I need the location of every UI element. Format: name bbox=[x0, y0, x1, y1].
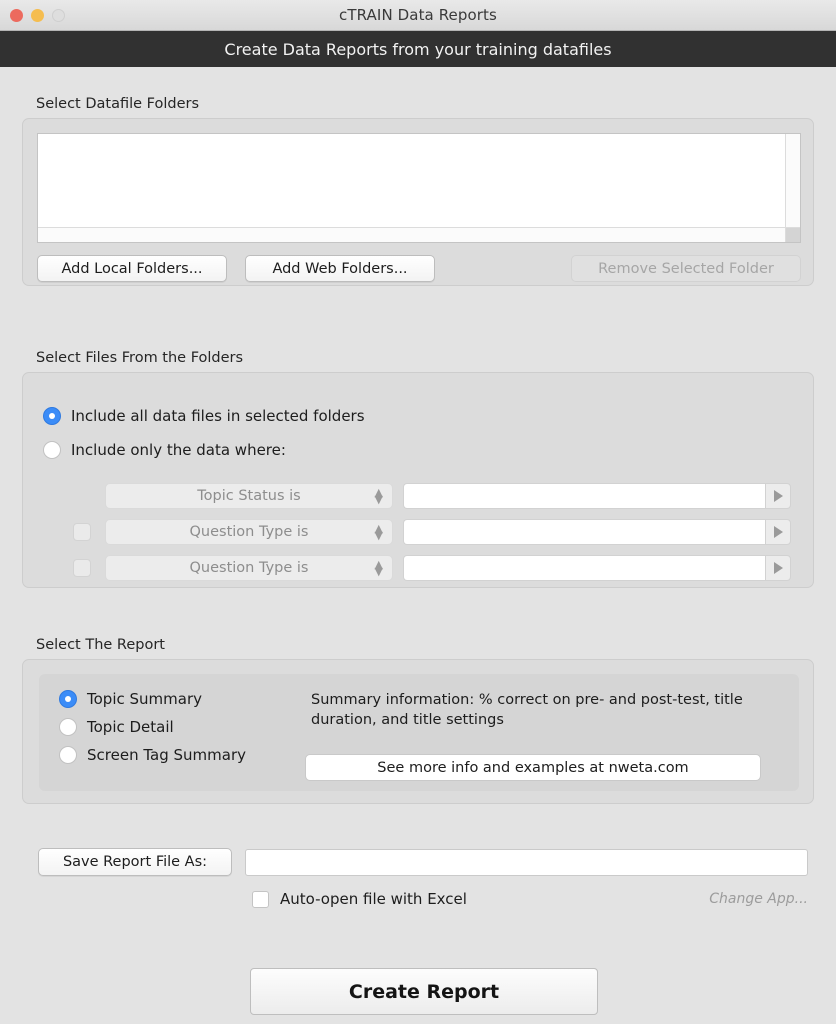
report-option-label: Topic Summary bbox=[87, 690, 202, 708]
report-option-screen-tag-summary[interactable]: Screen Tag Summary bbox=[59, 746, 246, 764]
filter-criterion-label: Question Type is bbox=[189, 524, 309, 540]
radio-include-only-label: Include only the data where: bbox=[71, 441, 286, 459]
subtitle-banner-text: Create Data Reports from your training d… bbox=[224, 39, 612, 59]
filter-row: Question Type is ▲ ▼ bbox=[73, 519, 791, 545]
filter-value-combobox[interactable] bbox=[403, 555, 791, 581]
window-title: cTRAIN Data Reports bbox=[339, 6, 497, 24]
app-window: cTRAIN Data Reports Create Data Reports … bbox=[0, 0, 836, 1024]
filter-value-disclosure-button[interactable] bbox=[765, 555, 791, 581]
filter-value-input[interactable] bbox=[403, 483, 765, 509]
auto-open-row[interactable]: Auto-open file with Excel bbox=[252, 890, 467, 908]
datafile-folders-label: Select Datafile Folders bbox=[36, 96, 200, 112]
filter-row: Question Type is ▲ ▼ bbox=[73, 555, 791, 581]
report-option-topic-summary[interactable]: Topic Summary bbox=[59, 690, 246, 708]
datafile-folders-panel: Add Local Folders... Add Web Folders... … bbox=[22, 118, 814, 286]
report-radio-list: Topic Summary Topic Detail Screen Tag Su… bbox=[59, 690, 246, 774]
minimize-button-icon[interactable] bbox=[31, 9, 44, 22]
chevron-updown-icon: ▲ ▼ bbox=[374, 558, 383, 578]
triangle-right-icon bbox=[773, 562, 783, 574]
triangle-right-icon bbox=[773, 526, 783, 538]
radio-include-all-icon[interactable] bbox=[43, 407, 61, 425]
filter-enable-checkbox[interactable] bbox=[73, 523, 91, 541]
report-description: Summary information: % correct on pre- a… bbox=[311, 692, 743, 728]
radio-topic-detail-icon[interactable] bbox=[59, 718, 77, 736]
triangle-right-icon bbox=[773, 490, 783, 502]
select-files-group: Select Files From the Folders Include al… bbox=[22, 350, 814, 588]
subtitle-banner: Create Data Reports from your training d… bbox=[0, 31, 836, 67]
filter-value-disclosure-button[interactable] bbox=[765, 519, 791, 545]
filter-criterion-dropdown[interactable]: Question Type is ▲ ▼ bbox=[105, 555, 393, 581]
report-option-topic-detail[interactable]: Topic Detail bbox=[59, 718, 246, 736]
radio-include-only-icon[interactable] bbox=[43, 441, 61, 459]
filter-value-combobox[interactable] bbox=[403, 483, 791, 509]
filter-criterion-label: Topic Status is bbox=[197, 488, 301, 504]
filter-value-input[interactable] bbox=[403, 555, 765, 581]
chevron-updown-icon: ▲ ▼ bbox=[374, 522, 383, 542]
folder-list-horizontal-scrollbar[interactable] bbox=[38, 227, 786, 242]
chevron-updown-icon: ▲ ▼ bbox=[374, 486, 383, 506]
add-local-folders-button[interactable]: Add Local Folders... bbox=[37, 255, 227, 282]
radio-screen-tag-summary-icon[interactable] bbox=[59, 746, 77, 764]
radio-include-all-row[interactable]: Include all data files in selected folde… bbox=[43, 407, 365, 425]
filter-criterion-label: Question Type is bbox=[189, 560, 309, 576]
save-path-input[interactable] bbox=[245, 848, 808, 876]
report-options-box: Topic Summary Topic Detail Screen Tag Su… bbox=[39, 674, 799, 791]
scrollbar-corner bbox=[785, 227, 800, 242]
radio-include-only-row[interactable]: Include only the data where: bbox=[43, 441, 286, 459]
auto-open-checkbox[interactable] bbox=[252, 890, 269, 908]
close-button-icon[interactable] bbox=[10, 9, 23, 22]
report-option-label: Topic Detail bbox=[87, 718, 174, 736]
auto-open-label: Auto-open file with Excel bbox=[280, 890, 467, 908]
filter-enable-checkbox[interactable] bbox=[73, 559, 91, 577]
traffic-lights bbox=[10, 0, 65, 31]
select-report-group: Select The Report Topic Summary Topic De… bbox=[22, 637, 814, 804]
radio-topic-summary-icon[interactable] bbox=[59, 690, 77, 708]
save-report-file-as-button[interactable]: Save Report File As: bbox=[38, 848, 232, 876]
select-files-panel: Include all data files in selected folde… bbox=[22, 372, 814, 588]
title-bar: cTRAIN Data Reports bbox=[0, 0, 836, 31]
zoom-button-icon[interactable] bbox=[52, 9, 65, 22]
more-info-button[interactable]: See more info and examples at nweta.com bbox=[305, 754, 761, 781]
report-option-label: Screen Tag Summary bbox=[87, 746, 246, 764]
remove-selected-folder-button[interactable]: Remove Selected Folder bbox=[571, 255, 801, 282]
folder-list-vertical-scrollbar[interactable] bbox=[785, 134, 800, 228]
filter-value-input[interactable] bbox=[403, 519, 765, 545]
filter-checkbox-placeholder bbox=[73, 487, 91, 505]
filter-criterion-dropdown[interactable]: Topic Status is ▲ ▼ bbox=[105, 483, 393, 509]
select-report-label: Select The Report bbox=[36, 637, 165, 653]
select-files-label: Select Files From the Folders bbox=[36, 350, 244, 366]
filter-row: Topic Status is ▲ ▼ bbox=[73, 483, 791, 509]
filter-value-disclosure-button[interactable] bbox=[765, 483, 791, 509]
add-web-folders-button[interactable]: Add Web Folders... bbox=[245, 255, 435, 282]
create-report-button[interactable]: Create Report bbox=[250, 968, 598, 1015]
filter-value-combobox[interactable] bbox=[403, 519, 791, 545]
radio-include-all-label: Include all data files in selected folde… bbox=[71, 407, 365, 425]
change-app-link[interactable]: Change App... bbox=[709, 891, 808, 907]
save-report-row: Save Report File As: bbox=[38, 848, 808, 876]
folder-list[interactable] bbox=[37, 133, 801, 243]
select-report-panel: Topic Summary Topic Detail Screen Tag Su… bbox=[22, 659, 814, 804]
datafile-folders-group: Select Datafile Folders Add Local Folder… bbox=[22, 96, 814, 286]
filter-criterion-dropdown[interactable]: Question Type is ▲ ▼ bbox=[105, 519, 393, 545]
